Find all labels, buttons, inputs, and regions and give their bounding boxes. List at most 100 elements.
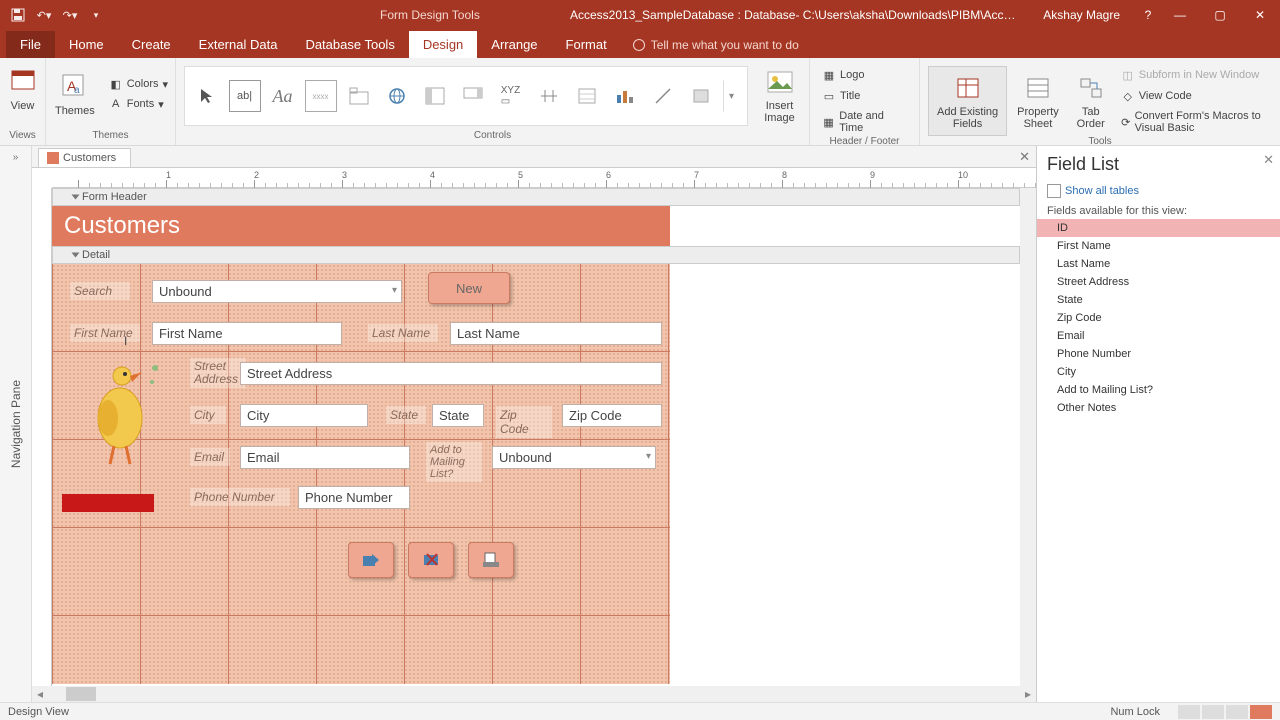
- minimize-button[interactable]: —: [1160, 0, 1200, 30]
- field-item[interactable]: Last Name: [1037, 255, 1280, 273]
- first-name-field[interactable]: First Name: [152, 322, 342, 345]
- tab-order-button[interactable]: Tab Order: [1069, 66, 1113, 136]
- field-item[interactable]: State: [1037, 291, 1280, 309]
- show-all-tables-link[interactable]: Show all tables: [1037, 183, 1280, 203]
- street-address-label[interactable]: Street Address: [190, 358, 246, 388]
- logo-button[interactable]: ▦Logo: [818, 66, 911, 84]
- qat-more-icon[interactable]: ▾: [86, 5, 106, 25]
- redo-icon[interactable]: ↷▾: [60, 5, 80, 25]
- red-rectangle[interactable]: [62, 494, 154, 512]
- label-tool-icon[interactable]: Aa: [267, 80, 299, 112]
- street-address-field[interactable]: Street Address: [240, 362, 662, 385]
- state-label[interactable]: State: [386, 406, 426, 424]
- field-item[interactable]: Street Address: [1037, 273, 1280, 291]
- controls-gallery[interactable]: ab| Aa xxxx XYZ▭ ▾: [184, 66, 748, 126]
- add-existing-fields-button[interactable]: Add Existing Fields: [928, 66, 1007, 136]
- search-combo[interactable]: Unbound: [152, 280, 402, 303]
- close-button[interactable]: ✕: [1240, 0, 1280, 30]
- undo-icon[interactable]: ↶▾: [34, 5, 54, 25]
- select-tool-icon[interactable]: [191, 80, 223, 112]
- scroll-left-icon[interactable]: ◂: [32, 687, 48, 701]
- action-button-1[interactable]: [348, 542, 394, 578]
- field-item[interactable]: Other Notes: [1037, 399, 1280, 417]
- action-button-3[interactable]: [468, 542, 514, 578]
- form-canvas[interactable]: Form Header Customers Detail Search Unbo…: [32, 188, 1036, 686]
- zip-label[interactable]: Zip Code: [496, 406, 552, 438]
- insert-image-button[interactable]: Insert Image: [758, 62, 802, 128]
- view-code-button[interactable]: ◇View Code: [1117, 87, 1272, 105]
- city-field[interactable]: City: [240, 404, 368, 427]
- detail-section[interactable]: Search Unbound New First Name First Name…: [52, 264, 670, 684]
- diagonal-line-icon[interactable]: [647, 80, 679, 112]
- tab-control-icon[interactable]: [343, 80, 375, 112]
- layout-view-button[interactable]: [1226, 705, 1248, 719]
- title-button[interactable]: ▭Title: [818, 87, 911, 105]
- tab-home[interactable]: Home: [55, 31, 118, 58]
- design-view-button[interactable]: [1250, 705, 1272, 719]
- tab-design[interactable]: Design: [409, 31, 477, 58]
- email-field[interactable]: Email: [240, 446, 410, 469]
- bird-image[interactable]: [70, 350, 170, 470]
- field-item[interactable]: Zip Code: [1037, 309, 1280, 327]
- expand-nav-icon[interactable]: »: [13, 152, 19, 163]
- phone-label[interactable]: Phone Number: [190, 488, 290, 506]
- first-name-label[interactable]: First Name: [70, 324, 140, 342]
- tab-arrange[interactable]: Arrange: [477, 31, 551, 58]
- addto-label[interactable]: Add to Mailing List?: [426, 442, 482, 482]
- tab-external-data[interactable]: External Data: [185, 31, 292, 58]
- close-pane-icon[interactable]: ✕: [1263, 152, 1274, 168]
- field-item[interactable]: First Name: [1037, 237, 1280, 255]
- hyperlink-tool-icon[interactable]: [381, 80, 413, 112]
- navigation-tool-icon[interactable]: [419, 80, 451, 112]
- navigation-pane-collapsed[interactable]: » Navigation Pane: [0, 146, 32, 702]
- horizontal-scrollbar[interactable]: ◂ ▸: [32, 686, 1036, 702]
- new-record-button[interactable]: New: [428, 272, 510, 304]
- listbox-tool-icon[interactable]: [571, 80, 603, 112]
- field-item[interactable]: Email: [1037, 327, 1280, 345]
- field-item[interactable]: ID: [1037, 219, 1280, 237]
- user-name[interactable]: Akshay Magre: [1043, 8, 1120, 22]
- tab-create[interactable]: Create: [118, 31, 185, 58]
- save-icon[interactable]: [8, 5, 28, 25]
- colors-button[interactable]: ◧Colors ▾: [105, 75, 172, 93]
- line-tool-icon[interactable]: [533, 80, 565, 112]
- datetime-button[interactable]: ▦Date and Time: [818, 108, 911, 136]
- gallery-more-icon[interactable]: ▾: [723, 80, 741, 112]
- combobox-tool-icon[interactable]: [457, 80, 489, 112]
- horizontal-ruler[interactable]: 12345678910: [52, 168, 1036, 188]
- tab-format[interactable]: Format: [552, 31, 621, 58]
- phone-field[interactable]: Phone Number: [298, 486, 410, 509]
- property-sheet-button[interactable]: Property Sheet: [1011, 66, 1065, 136]
- section-detail[interactable]: Detail: [52, 246, 1020, 264]
- view-button[interactable]: View: [1, 62, 45, 116]
- tab-database-tools[interactable]: Database Tools: [291, 31, 408, 58]
- textbox-tool-icon[interactable]: ab|: [229, 80, 261, 112]
- search-label[interactable]: Search: [70, 282, 130, 300]
- last-name-field[interactable]: Last Name: [450, 322, 662, 345]
- addto-combo[interactable]: Unbound: [492, 446, 656, 469]
- form-header-body[interactable]: Customers: [52, 206, 670, 246]
- form-title-label[interactable]: Customers: [64, 212, 180, 240]
- chart-tool-icon[interactable]: XYZ▭: [495, 80, 527, 112]
- fonts-button[interactable]: AFonts ▾: [105, 95, 172, 113]
- field-item[interactable]: Phone Number: [1037, 345, 1280, 363]
- close-doc-icon[interactable]: ✕: [1019, 149, 1030, 165]
- maximize-button[interactable]: ▢: [1200, 0, 1240, 30]
- tell-me-search[interactable]: Tell me what you want to do: [621, 32, 811, 58]
- convert-macros-button[interactable]: ⟳Convert Form's Macros to Visual Basic: [1117, 108, 1272, 136]
- last-name-label[interactable]: Last Name: [368, 324, 438, 342]
- datasheet-view-button[interactable]: [1202, 705, 1224, 719]
- email-label[interactable]: Email: [190, 448, 230, 466]
- state-field[interactable]: State: [432, 404, 484, 427]
- help-button[interactable]: ?: [1136, 0, 1160, 30]
- scroll-right-icon[interactable]: ▸: [1020, 687, 1036, 701]
- zip-field[interactable]: Zip Code: [562, 404, 662, 427]
- vertical-scrollbar[interactable]: [1020, 188, 1036, 686]
- themes-button[interactable]: Aa Themes: [49, 67, 101, 121]
- doc-tab-customers[interactable]: Customers: [38, 148, 131, 167]
- city-label[interactable]: City: [190, 406, 226, 424]
- barchart-tool-icon[interactable]: [609, 80, 641, 112]
- field-item[interactable]: City: [1037, 363, 1280, 381]
- rectangle-tool-icon[interactable]: [685, 80, 717, 112]
- button-tool-icon[interactable]: xxxx: [305, 80, 337, 112]
